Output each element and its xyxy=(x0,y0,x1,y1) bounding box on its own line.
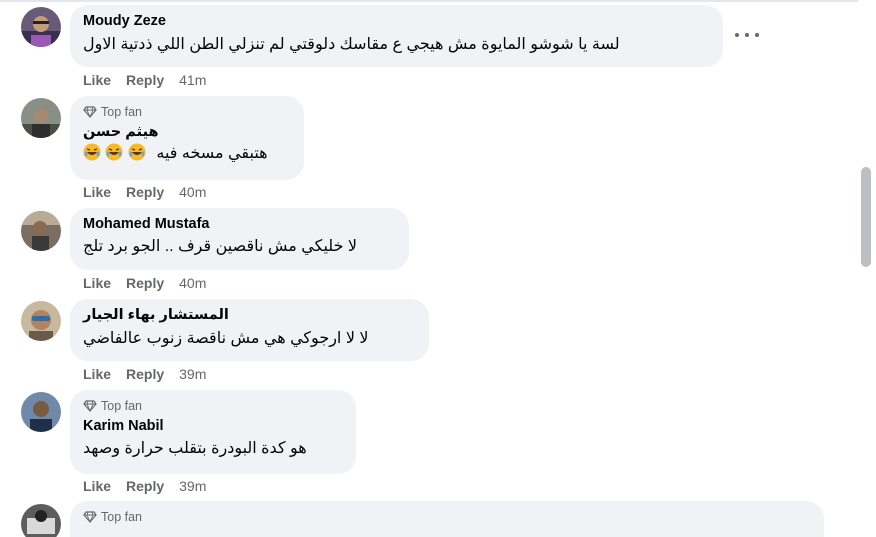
avatar[interactable] xyxy=(21,392,61,432)
comment-timestamp[interactable]: 39m xyxy=(179,366,206,382)
comment-author[interactable]: Moudy Zeze xyxy=(83,12,710,30)
comment-bubble: المستشار بهاء الجيار لا لا ارجوكي هي مش … xyxy=(70,299,429,361)
comment-bubble: Top fan xyxy=(70,501,824,537)
avatar[interactable] xyxy=(21,7,61,47)
top-fan-badge[interactable]: Top fan xyxy=(83,102,291,121)
comment-actions: Like Reply 39m xyxy=(83,477,206,495)
avatar[interactable] xyxy=(21,98,61,138)
comment-author[interactable]: هيثم حسن xyxy=(83,123,291,141)
laughing-emoji-group xyxy=(83,143,146,162)
comment-text-line: هتبقي مسخه فيه xyxy=(83,143,291,165)
scrollbar-track[interactable] xyxy=(858,0,876,537)
comment-text: هو كدة البودرة بتقلب حرارة وصهد xyxy=(83,440,307,457)
comment-actions: Like Reply 39m xyxy=(83,365,206,383)
avatar[interactable] xyxy=(21,211,61,251)
badge-label: Top fan xyxy=(101,398,143,413)
divider xyxy=(0,0,858,2)
reply-button[interactable]: Reply xyxy=(126,478,164,494)
reply-button[interactable]: Reply xyxy=(126,72,164,88)
laughing-emoji-icon xyxy=(83,143,101,161)
diamond-icon xyxy=(83,105,97,118)
comment-timestamp[interactable]: 39m xyxy=(179,478,206,494)
reply-button[interactable]: Reply xyxy=(126,184,164,200)
comment-timestamp[interactable]: 40m xyxy=(179,275,206,291)
comment-text: لا خليكي مش ناقصين قرف .. الجو برد تلج xyxy=(83,238,358,255)
like-button[interactable]: Like xyxy=(83,275,111,291)
diamond-icon xyxy=(83,510,97,523)
comment-actions: Like Reply 41m xyxy=(83,71,206,89)
diamond-icon xyxy=(83,399,97,412)
comment-text: لا لا ارجوكي هي مش ناقصة زنوب عالفاضي xyxy=(83,330,369,347)
like-button[interactable]: Like xyxy=(83,478,111,494)
comment-text: لسة يا شوشو المايوة مش هيجي ع مقاسك دلوق… xyxy=(83,36,620,53)
like-button[interactable]: Like xyxy=(83,184,111,200)
reply-button[interactable]: Reply xyxy=(126,366,164,382)
comment-bubble: Top fan Karim Nabil هو كدة البودرة بتقلب… xyxy=(70,390,356,474)
comment-bubble: Top fan هيثم حسن هتبقي مسخه فيه xyxy=(70,96,304,180)
badge-label: Top fan xyxy=(101,104,143,119)
like-button[interactable]: Like xyxy=(83,72,111,88)
avatar[interactable] xyxy=(21,301,61,341)
comment-actions: Like Reply 40m xyxy=(83,274,206,292)
laughing-emoji-icon xyxy=(128,143,146,161)
top-fan-badge[interactable]: Top fan xyxy=(83,507,811,526)
comment-author[interactable]: المستشار بهاء الجيار xyxy=(83,306,416,324)
badge-label: Top fan xyxy=(101,509,143,524)
more-options-icon[interactable] xyxy=(735,27,759,43)
laughing-emoji-icon xyxy=(105,143,123,161)
comment-actions: Like Reply 40m xyxy=(83,183,206,201)
scrollbar-thumb[interactable] xyxy=(861,167,871,267)
comment-timestamp[interactable]: 40m xyxy=(179,184,206,200)
comment-text: هتبقي مسخه فيه xyxy=(156,145,268,162)
comment-author[interactable]: Mohamed Mustafa xyxy=(83,215,396,233)
top-fan-badge[interactable]: Top fan xyxy=(83,396,343,415)
comment-author[interactable]: Karim Nabil xyxy=(83,417,343,435)
comment-bubble: Moudy Zeze لسة يا شوشو المايوة مش هيجي ع… xyxy=(70,5,723,67)
reply-button[interactable]: Reply xyxy=(126,275,164,291)
comment-timestamp[interactable]: 41m xyxy=(179,72,206,88)
like-button[interactable]: Like xyxy=(83,366,111,382)
comments-panel: Moudy Zeze لسة يا شوشو المايوة مش هيجي ع… xyxy=(0,0,876,537)
comment-bubble: Mohamed Mustafa لا خليكي مش ناقصين قرف .… xyxy=(70,208,409,270)
avatar[interactable] xyxy=(21,504,61,537)
